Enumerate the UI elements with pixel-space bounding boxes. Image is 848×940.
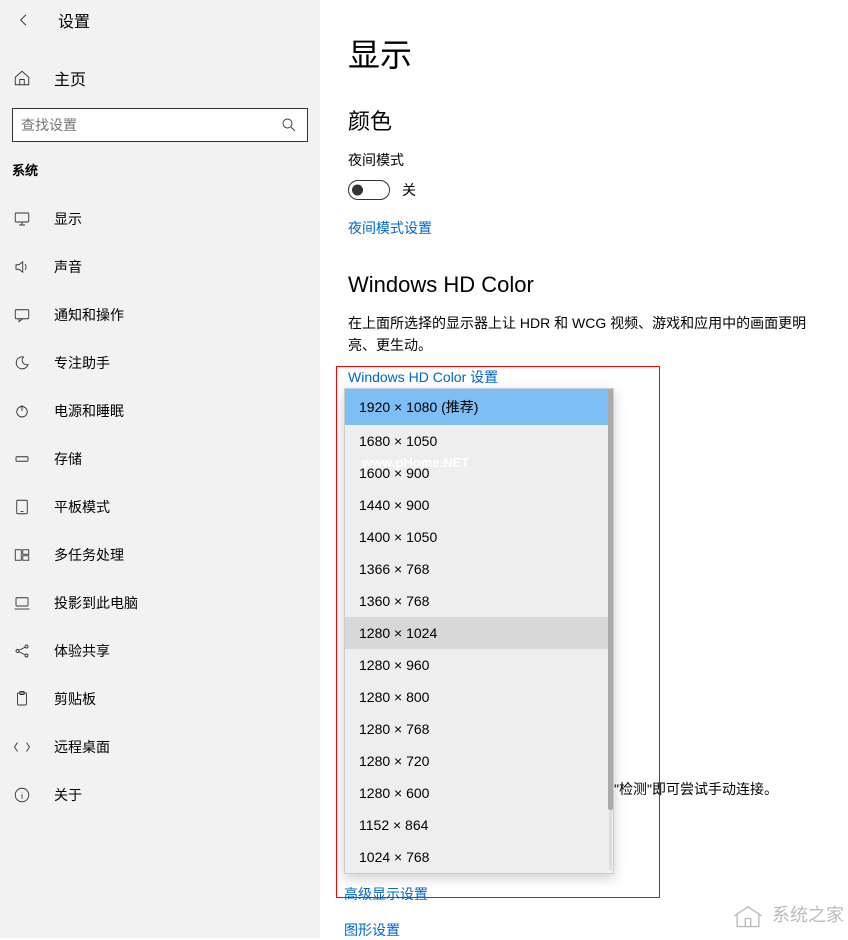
sidebar-item-label: 电源和睡眠	[54, 401, 124, 421]
sidebar-item-focus[interactable]: 专注助手	[0, 339, 320, 387]
sidebar-item-tablet[interactable]: 平板模式	[0, 483, 320, 531]
hd-color-settings-link[interactable]: Windows HD Color 设置	[348, 367, 498, 387]
multitask-icon	[12, 545, 32, 565]
graphics-settings-link[interactable]: 图形设置	[344, 920, 400, 940]
sidebar-item-share[interactable]: 体验共享	[0, 627, 320, 675]
sidebar-item-label: 显示	[54, 209, 82, 229]
night-mode-toggle[interactable]	[348, 180, 390, 200]
sound-icon	[12, 257, 32, 277]
sidebar-item-label: 通知和操作	[54, 305, 124, 325]
resolution-option[interactable]: 1360 × 768	[345, 585, 613, 617]
sidebar-header: 设置	[0, 0, 320, 40]
night-mode-toggle-row: 关	[348, 180, 820, 200]
share-icon	[12, 641, 32, 661]
search-icon	[279, 115, 299, 135]
moon-icon	[12, 353, 32, 373]
chat-icon	[12, 305, 32, 325]
resolution-option[interactable]: 1152 × 864	[345, 809, 613, 841]
toggle-knob	[352, 185, 363, 196]
sidebar-item-label: 存储	[54, 449, 82, 469]
resolution-option[interactable]: 1366 × 768	[345, 553, 613, 585]
sidebar-item-about[interactable]: 关于	[0, 771, 320, 819]
sidebar-item-label: 专注助手	[54, 353, 110, 373]
sidebar-item-label: 关于	[54, 785, 82, 805]
color-section-title: 颜色	[348, 104, 820, 136]
monitor-icon	[12, 209, 32, 229]
resolution-option[interactable]: 1280 × 768	[345, 713, 613, 745]
sidebar-item-multitask[interactable]: 多任务处理	[0, 531, 320, 579]
sidebar: 设置 主页 系统 显示声音通知和操作专注助手电源和睡眠存储平板模式多任务处理投影…	[0, 0, 320, 938]
remote-icon	[12, 737, 32, 757]
home-icon	[12, 68, 32, 88]
corner-logo-text: 系统之家	[772, 901, 844, 927]
dropdown-scrollbar-thumb[interactable]	[608, 390, 613, 810]
resolution-option[interactable]: 1680 × 1050	[345, 425, 613, 457]
detect-hint-text: "检测"即可尝试手动连接。	[614, 779, 778, 799]
sidebar-item-label: 远程桌面	[54, 737, 110, 757]
nav-list: 显示声音通知和操作专注助手电源和睡眠存储平板模式多任务处理投影到此电脑体验共享剪…	[0, 195, 320, 819]
night-mode-settings-link[interactable]: 夜间模式设置	[348, 218, 432, 238]
back-button[interactable]	[12, 8, 36, 32]
night-mode-label: 夜间模式	[348, 150, 820, 170]
project-icon	[12, 593, 32, 613]
sidebar-item-clipboard[interactable]: 剪贴板	[0, 675, 320, 723]
resolution-option[interactable]: 1280 × 1024	[345, 617, 613, 649]
resolution-option[interactable]: 1280 × 720	[345, 745, 613, 777]
tablet-icon	[12, 497, 32, 517]
group-title: 系统	[0, 142, 320, 187]
power-icon	[12, 401, 32, 421]
resolution-option[interactable]: 1440 × 900	[345, 489, 613, 521]
corner-watermark-logo: 系统之家	[730, 896, 844, 932]
sidebar-item-project[interactable]: 投影到此电脑	[0, 579, 320, 627]
sidebar-item-label: 体验共享	[54, 641, 110, 661]
resolution-option[interactable]: 1280 × 600	[345, 777, 613, 809]
search-box[interactable]	[12, 108, 308, 142]
info-icon	[12, 785, 32, 805]
storage-icon	[12, 449, 32, 469]
resolution-option[interactable]: 1280 × 960	[345, 649, 613, 681]
resolution-option[interactable]: 1280 × 800	[345, 681, 613, 713]
sidebar-item-label: 剪贴板	[54, 689, 96, 709]
sidebar-item-notifications[interactable]: 通知和操作	[0, 291, 320, 339]
resolution-option[interactable]: 1024 × 768	[345, 841, 613, 873]
clipboard-icon	[12, 689, 32, 709]
sidebar-item-label: 多任务处理	[54, 545, 124, 565]
sidebar-item-display[interactable]: 显示	[0, 195, 320, 243]
sidebar-item-label: 投影到此电脑	[54, 593, 138, 613]
resolution-option[interactable]: 1400 × 1050	[345, 521, 613, 553]
sidebar-item-sound[interactable]: 声音	[0, 243, 320, 291]
sidebar-item-power[interactable]: 电源和睡眠	[0, 387, 320, 435]
resolution-option[interactable]: 1600 × 900	[345, 457, 613, 489]
toggle-state: 关	[402, 180, 416, 200]
home-label: 主页	[54, 66, 86, 90]
sidebar-item-storage[interactable]: 存储	[0, 435, 320, 483]
advanced-display-link[interactable]: 高级显示设置	[344, 884, 428, 904]
resolution-option[interactable]: 1920 × 1080 (推荐)	[345, 389, 613, 425]
sidebar-item-remote[interactable]: 远程桌面	[0, 723, 320, 771]
settings-title: 设置	[58, 8, 90, 32]
sidebar-item-label: 平板模式	[54, 497, 110, 517]
search-input[interactable]	[21, 117, 279, 133]
sidebar-home[interactable]: 主页	[0, 58, 320, 98]
hd-color-description: 在上面所选择的显示器上让 HDR 和 WCG 视频、游戏和应用中的画面更明亮、更…	[348, 312, 820, 357]
sidebar-item-label: 声音	[54, 257, 82, 277]
resolution-dropdown[interactable]: 1920 × 1080 (推荐)1680 × 10501600 × 900144…	[344, 388, 614, 874]
hd-color-title: Windows HD Color	[348, 272, 820, 298]
page-title: 显示	[348, 30, 820, 76]
